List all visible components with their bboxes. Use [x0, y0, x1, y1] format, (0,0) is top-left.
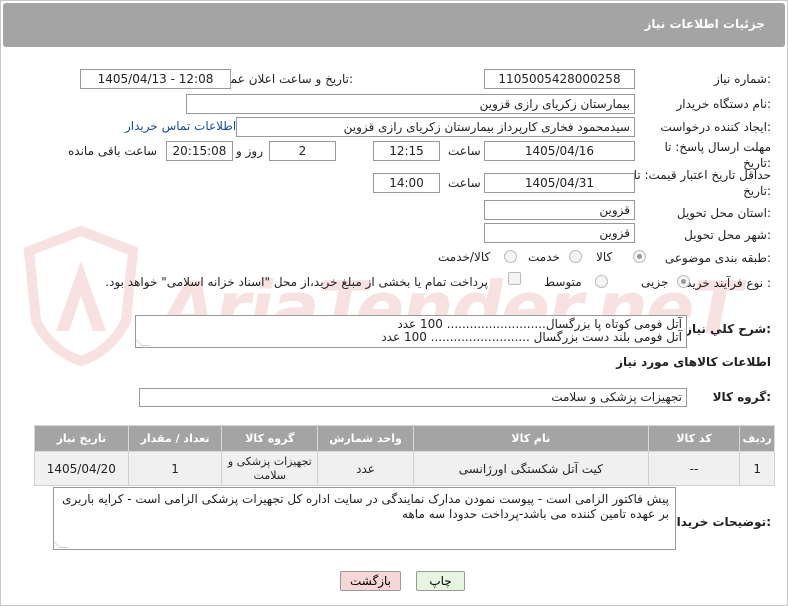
price-validity-label: حداقل تاریخ اعتبار قیمت: تا تاریخ:: [633, 168, 771, 198]
delivery-city-field: قزوین: [484, 223, 635, 243]
description-line-2: آتل فومی بلند دست بزرگسال ..............…: [381, 330, 682, 344]
category-radio-service[interactable]: [569, 250, 582, 263]
treasury-payment-note: پرداخت تمام یا بخشی از مبلغ خرید،از محل …: [105, 275, 488, 289]
cell-group: تجهیزات پزشکی و سلامت: [221, 451, 319, 486]
buyer-org-label: نام دستگاه خریدار:: [676, 97, 772, 111]
process-type-label: نوع فرآیند خرید :: [686, 276, 771, 290]
description-label: شرح کلي نياز:: [685, 322, 771, 336]
col-code: کد کالا: [647, 425, 741, 452]
process-medium-label: متوسط: [544, 275, 582, 289]
buyer-notes-label: توضیحات خریدار:: [669, 515, 771, 529]
buyer-contact-link[interactable]: اطلاعات تماس خریدار: [125, 119, 236, 133]
cell-code: --: [647, 451, 741, 486]
need-number-label: شماره نیاز:: [713, 72, 771, 86]
reply-remaining-field: 20:15:08: [166, 141, 233, 161]
process-minor-label: جزیی: [641, 275, 669, 289]
requester-label: ایجاد کننده درخواست:: [660, 120, 771, 134]
process-radio-medium[interactable]: [595, 275, 608, 288]
col-group: گروه کالا: [221, 425, 319, 452]
cell-row: 1: [739, 451, 775, 486]
col-quantity: تعداد / مقدار: [127, 425, 223, 452]
cell-need-date: 1405/04/20: [34, 451, 129, 486]
price-time-field: 14:00: [373, 173, 440, 193]
col-unit: واحد شمارش: [317, 425, 414, 452]
price-date-field: 1405/04/31: [484, 173, 635, 193]
goods-info-heading: اطلاعات کالاهای مورد نیاز: [616, 355, 771, 369]
need-number-field: 1105005428000258: [484, 69, 635, 89]
table-row: 1 -- کیت آتل شکستگی اورژانسی عدد تجهیزات…: [34, 451, 775, 486]
reply-time-field: 12:15: [373, 141, 440, 161]
requester-field: سیدمحمود فخاری کارپرداز بیمارستان زکریای…: [236, 117, 635, 137]
reply-date-field: 1405/04/16: [484, 141, 635, 161]
resize-grip-icon[interactable]: [54, 540, 68, 548]
category-service-label: خدمت: [528, 250, 560, 264]
category-goods-service-label: کالا/خدمت: [438, 250, 491, 264]
buyer-notes-text: پیش فاکتور الزامی است - پیوست نمودن مدار…: [62, 492, 669, 521]
category-radio-goods-service[interactable]: [504, 250, 517, 263]
buyer-org-field: بیمارستان زکریای رازی قزوین: [186, 94, 635, 114]
treasury-payment-checkbox[interactable]: [508, 272, 521, 285]
goods-group-label: گروه کالا:: [712, 390, 771, 404]
watermark-shield-icon: [23, 226, 139, 366]
announce-datetime-field: 1405/04/13 - 12:08: [80, 69, 231, 89]
category-goods-label: کالا: [596, 250, 613, 264]
back-button[interactable]: بازگشت: [340, 571, 401, 591]
category-label: طبقه بندی موضوعی:: [664, 251, 771, 265]
buyer-notes-textarea[interactable]: پیش فاکتور الزامی است - پیوست نمودن مدار…: [53, 487, 676, 550]
reply-time-label: ساعت: [448, 144, 481, 158]
description-textarea[interactable]: آتل فومی کوتاه پا بزرگسال...............…: [135, 315, 687, 348]
col-need-date: تاریخ نیاز: [34, 425, 129, 452]
delivery-province-label: استان محل تحویل:: [676, 206, 771, 220]
process-radio-minor[interactable]: [677, 275, 690, 288]
need-details-window: جزئیات اطلاعات نیاز AriaTender.neT شماره…: [0, 0, 788, 606]
cell-name: کیت آتل شکستگی اورژانسی: [412, 451, 649, 486]
day-and-label: روز و: [236, 144, 263, 158]
col-name: نام کالا: [412, 425, 649, 452]
title-bar: جزئیات اطلاعات نیاز: [3, 3, 785, 47]
goods-group-field: تجهیزات پزشکی و سلامت: [139, 388, 687, 407]
table-header-row: ردیف کد کالا نام کالا واحد شمارش گروه کا…: [34, 425, 775, 452]
watermark: AriaTender.neT: [21, 226, 742, 376]
delivery-province-field: قزوین: [484, 200, 635, 220]
category-radio-goods[interactable]: [633, 250, 646, 263]
cell-quantity: 1: [127, 451, 223, 486]
page-title: جزئیات اطلاعات نیاز: [644, 17, 765, 31]
delivery-city-label: شهر محل تحویل:: [684, 228, 771, 242]
goods-table: ردیف کد کالا نام کالا واحد شمارش گروه کا…: [34, 425, 775, 486]
price-time-label: ساعت: [448, 176, 481, 190]
hours-left-label: ساعت باقی مانده: [68, 144, 158, 158]
print-button[interactable]: چاپ: [416, 571, 465, 591]
col-row: ردیف: [739, 425, 775, 452]
cell-unit: عدد: [317, 451, 414, 486]
reply-days-field: 2: [269, 141, 336, 161]
